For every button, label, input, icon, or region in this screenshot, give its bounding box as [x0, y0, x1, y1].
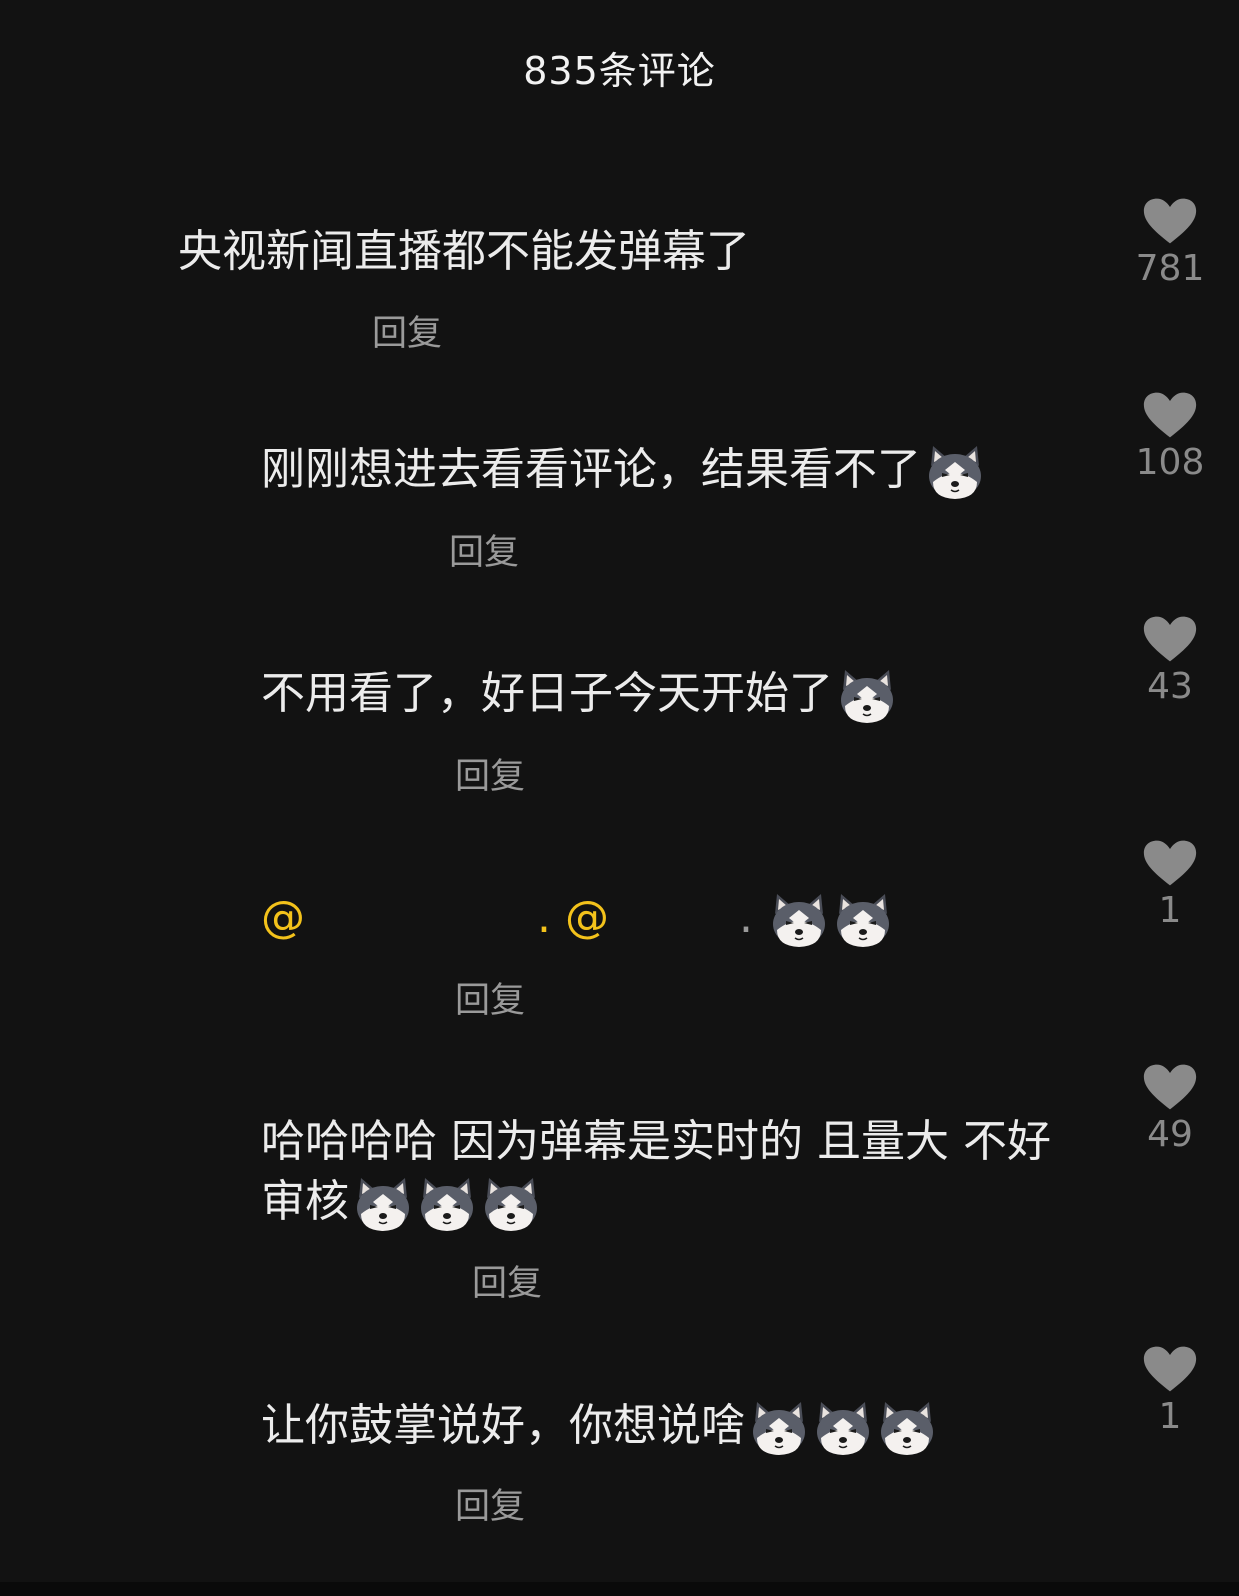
husky-dog-emoji-icon	[749, 1400, 809, 1456]
like-button[interactable]: 108	[1130, 390, 1210, 483]
bottom-divider	[0, 1582, 1239, 1596]
mention-separator: .	[537, 892, 565, 943]
comment-text: 不用看了，好日子今天开始了	[261, 664, 897, 724]
reply-button[interactable]: 回复	[372, 305, 442, 356]
heart-icon	[1142, 196, 1198, 246]
comment-text-body: 让你鼓掌说好，你想说啥	[261, 1400, 745, 1451]
mention-link[interactable]: @	[261, 892, 305, 943]
comment-count-title: 835条评论	[523, 49, 716, 93]
like-count: 108	[1135, 442, 1205, 483]
reply-button[interactable]: 回复	[472, 1255, 542, 1306]
mention-link[interactable]: @	[565, 892, 609, 943]
heart-icon	[1142, 838, 1198, 888]
comment-text: 央视新闻直播都不能发弹幕了	[178, 226, 750, 277]
like-button[interactable]: 49	[1130, 1062, 1210, 1155]
comment-text: @. @.	[261, 888, 893, 948]
reply-button[interactable]: 回复	[455, 1478, 525, 1529]
comment-text: 哈哈哈哈 因为弹幕是实时的 且量大 不好审核	[261, 1112, 1061, 1232]
heart-icon	[1142, 614, 1198, 664]
husky-dog-emoji-icon	[837, 668, 897, 724]
redacted-username	[608, 900, 739, 940]
husky-dog-emoji-icon	[877, 1400, 937, 1456]
reply-button[interactable]: 回复	[455, 748, 525, 799]
husky-dog-emoji-icon	[813, 1400, 873, 1456]
heart-icon	[1142, 390, 1198, 440]
redacted-username	[305, 900, 537, 940]
reply-button[interactable]: 回复	[449, 524, 519, 575]
like-count: 781	[1135, 248, 1205, 289]
husky-dog-emoji-icon	[353, 1176, 413, 1232]
like-button[interactable]: 1	[1130, 1344, 1210, 1437]
like-count: 49	[1147, 1114, 1193, 1155]
comment-text: 刚刚想进去看看评论，结果看不了	[261, 440, 985, 500]
mention-tail: .	[738, 892, 753, 943]
husky-dog-emoji-icon	[769, 892, 829, 948]
comment-text-body: 不用看了，好日子今天开始了	[261, 668, 833, 719]
husky-dog-emoji-icon	[925, 444, 985, 500]
husky-dog-emoji-icon	[833, 892, 893, 948]
comment-text: 让你鼓掌说好，你想说啥	[261, 1396, 937, 1456]
heart-icon	[1142, 1062, 1198, 1112]
reply-button[interactable]: 回复	[455, 972, 525, 1023]
like-count: 1	[1158, 890, 1182, 931]
like-button[interactable]: 43	[1130, 614, 1210, 707]
like-count: 1	[1158, 1396, 1182, 1437]
husky-dog-emoji-icon	[417, 1176, 477, 1232]
husky-dog-emoji-icon	[481, 1176, 541, 1232]
like-button[interactable]: 1	[1130, 838, 1210, 931]
comment-text-body: 刚刚想进去看看评论，结果看不了	[261, 444, 921, 495]
like-count: 43	[1147, 666, 1193, 707]
heart-icon	[1142, 1344, 1198, 1394]
like-button[interactable]: 781	[1130, 196, 1210, 289]
